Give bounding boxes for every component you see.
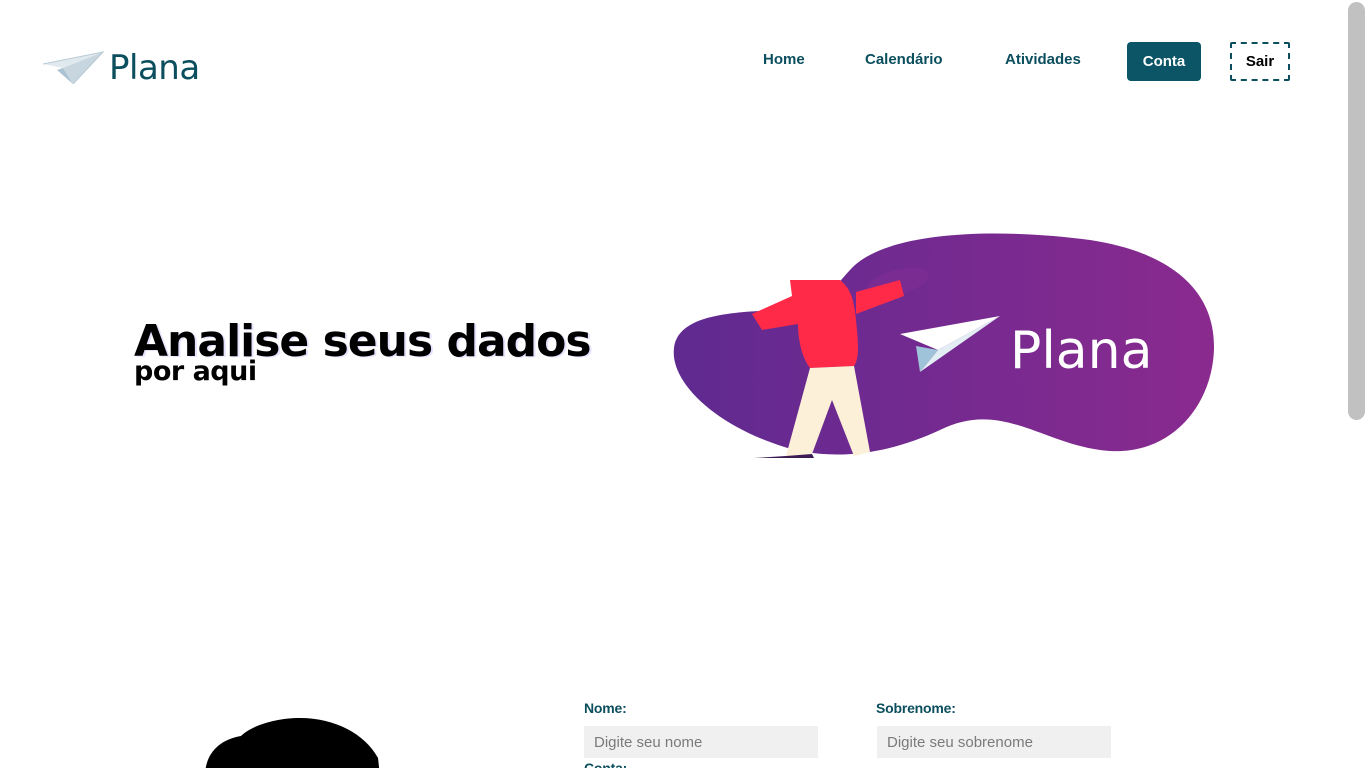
avatar-silhouette (205, 718, 380, 768)
scrollbar-thumb[interactable] (1348, 2, 1365, 420)
nav-home[interactable]: Home (763, 51, 805, 68)
sobrenome-label: Sobrenome: (876, 700, 956, 716)
nome-input[interactable] (584, 726, 818, 758)
conta-label: Conta: (584, 760, 628, 768)
nav-calendario[interactable]: Calendário (865, 51, 943, 68)
conta-button[interactable]: Conta (1127, 42, 1201, 81)
hero-subtitle: por aqui (134, 356, 257, 387)
sobrenome-input[interactable] (877, 726, 1111, 758)
top-nav: Home Calendário Atividades Conta Sair (0, 42, 1366, 82)
sair-button[interactable]: Sair (1230, 42, 1290, 81)
nome-label: Nome: (584, 700, 627, 716)
hero-illustration: Plana (673, 233, 1215, 458)
nav-atividades[interactable]: Atividades (1005, 51, 1081, 68)
illustration-brand-text: Plana (1010, 321, 1153, 381)
